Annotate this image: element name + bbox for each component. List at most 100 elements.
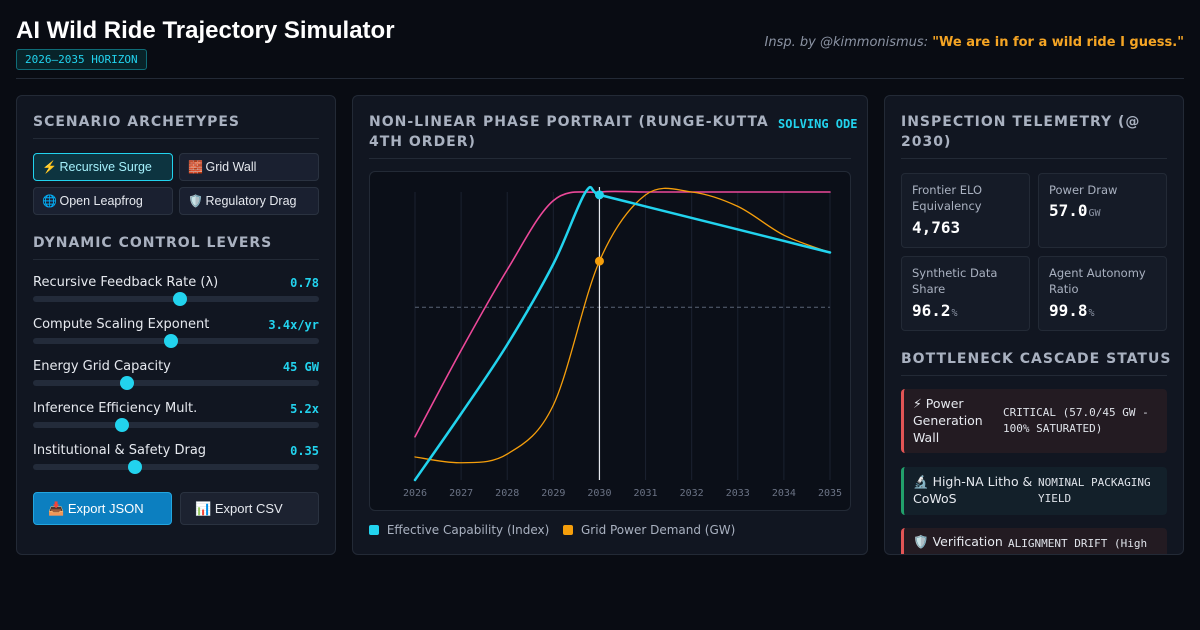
divider: [33, 259, 319, 260]
metric-number: 99.8: [1049, 301, 1088, 320]
scenario-open-leapfrog-button[interactable]: 🌐 Open Leapfrog: [33, 187, 173, 215]
metric-value: 96.2%: [912, 301, 1019, 320]
lightning-icon: ⚡: [913, 396, 922, 411]
metric-value: 57.0GW: [1049, 201, 1156, 220]
slider-thumb[interactable]: [163, 334, 178, 348]
x-tick-label: 2034: [772, 488, 796, 499]
x-tick-label: 2028: [495, 488, 519, 499]
slider-track[interactable]: [33, 292, 319, 306]
export-csv-label: Export CSV: [214, 501, 283, 516]
lever-label: Institutional & Safety Drag: [33, 443, 207, 458]
scenario-label: Regulatory Drag: [205, 194, 297, 208]
telemetry-metrics: Frontier ELO Equivalency 4,763 Power Dra…: [901, 173, 1167, 331]
scenario-grid-wall-button[interactable]: 🧱 Grid Wall: [179, 153, 319, 181]
legend-item: Grid Power Demand (GW): [563, 523, 735, 537]
slider-track[interactable]: [33, 418, 319, 432]
capability-inspection-point: [594, 190, 604, 200]
slider-thumb[interactable]: [173, 292, 188, 306]
bottleneck-name-text: High-NA Litho & CoWoS: [913, 474, 1033, 506]
metric-label: Power Draw: [1049, 183, 1118, 197]
brick-wall-icon: 🧱: [188, 160, 203, 174]
metric-value: 99.8%: [1049, 301, 1156, 320]
bottleneck-name: ⚡ Power Generation Wall: [913, 395, 995, 446]
divider: [901, 375, 1167, 376]
legend-swatch-capability: [369, 525, 379, 535]
bottleneck-power-wall: ⚡ Power Generation Wall CRITICAL (57.0/4…: [901, 389, 1167, 453]
bottleneck-name: 🛡️ Verification: [913, 533, 1013, 550]
scenario-archetype-grid: ⚡ Recursive Surge 🧱 Grid Wall 🌐 Open Lea…: [33, 153, 319, 215]
bottleneck-status: ALIGNMENT DRIFT (High: [1008, 537, 1148, 550]
export-json-button[interactable]: 📥 Export JSON: [33, 492, 172, 525]
legend-label: Effective Capability (Index): [386, 523, 550, 537]
metric-label: Synthetic Data Share: [912, 266, 998, 296]
metric-synthetic-data-share: Synthetic Data Share 96.2%: [901, 256, 1030, 331]
export-csv-button[interactable]: 📊 Export CSV: [180, 492, 319, 525]
metric-number: 96.2: [912, 301, 951, 320]
horizon-badge: 2026–2035 HORIZON: [16, 49, 147, 70]
lever-energy-grid-capacity: Energy Grid Capacity 45 GW: [33, 359, 319, 391]
bottleneck-verification: 🛡️ Verification ALIGNMENT DRIFT (High: [901, 528, 1167, 554]
bottleneck-name: 🔬 High-NA Litho & CoWoS: [913, 473, 1033, 507]
legend-item: Effective Capability (Index): [369, 523, 549, 537]
bottleneck-litho-cowos: 🔬 High-NA Litho & CoWoS NOMINAL PACKAGIN…: [901, 467, 1167, 515]
divider: [369, 158, 851, 159]
lightning-icon: ⚡: [42, 160, 57, 174]
power-inspection-point: [594, 256, 604, 266]
metric-agent-autonomy: Agent Autonomy Ratio 99.8%: [1038, 256, 1167, 331]
slider-thumb[interactable]: [128, 460, 143, 474]
inspiration-note: Insp. by @kimmonismus: "We are in for a …: [765, 35, 1184, 50]
x-tick-label: 2026: [403, 488, 427, 499]
solving-status-badge: SOLVING ODE: [778, 117, 858, 131]
lever-label: Compute Scaling Exponent: [33, 317, 210, 332]
divider: [33, 138, 319, 139]
lever-institutional-safety-drag: Institutional & Safety Drag 0.35: [33, 443, 319, 475]
app-header: AI Wild Ride Trajectory Simulator 2026–2…: [16, 16, 1184, 79]
bottleneck-name-text: Power Generation Wall: [913, 396, 983, 445]
chart-legend: Effective Capability (Index) Grid Power …: [369, 523, 745, 537]
bar-chart-icon: 📊: [195, 501, 212, 516]
microscope-icon: 🔬: [913, 474, 929, 489]
shield-icon: 🛡️: [913, 534, 929, 549]
slider-track[interactable]: [33, 376, 319, 390]
chart-area[interactable]: 2026 2027 2028 2029 2030 2031 2032 2033 2034 2035: [369, 171, 851, 511]
metric-frontier-elo: Frontier ELO Equivalency 4,763: [901, 173, 1030, 248]
series-line-0: [413, 185, 832, 482]
metric-unit: GW: [1088, 208, 1101, 219]
bottleneck-heading: BOTTLENECK CASCADE STATUS: [901, 351, 1172, 367]
control-levers-heading: DYNAMIC CONTROL LEVERS: [33, 235, 273, 251]
metric-value: 4,763: [912, 218, 1019, 237]
bottleneck-status: NOMINAL PACKAGING YIELD: [1038, 476, 1151, 505]
telemetry-heading: INSPECTION TELEMETRY (@ 2030): [901, 114, 1141, 150]
telemetry-panel: INSPECTION TELEMETRY (@ 2030) Frontier E…: [884, 95, 1184, 555]
series-line-1: [414, 187, 831, 464]
metric-unit: %: [951, 308, 958, 319]
x-tick-label: 2027: [449, 488, 473, 499]
scenario-regulatory-drag-button[interactable]: 🛡️ Regulatory Drag: [179, 187, 319, 215]
slider-thumb[interactable]: [114, 418, 129, 432]
slider-track[interactable]: [33, 334, 319, 348]
phase-portrait-panel: NON-LINEAR PHASE PORTRAIT (RUNGE-KUTTA 4…: [352, 95, 868, 555]
legend-swatch-power: [563, 525, 574, 535]
slider-track[interactable]: [33, 460, 319, 474]
legend-label: Grid Power Demand (GW): [581, 523, 736, 537]
scenario-label: Open Leapfrog: [59, 194, 143, 208]
shield-icon: 🛡️: [188, 194, 203, 208]
metric-power-draw: Power Draw 57.0GW: [1038, 173, 1167, 248]
lever-label: Energy Grid Capacity: [33, 359, 171, 374]
scenario-recursive-surge-button[interactable]: ⚡ Recursive Surge: [33, 153, 173, 181]
x-tick-label: 2035: [818, 488, 842, 499]
globe-icon: 🌐: [42, 194, 57, 208]
bottleneck-name-text: Verification: [932, 534, 1003, 549]
metric-label: Frontier ELO Equivalency: [912, 183, 983, 213]
trajectory-chart[interactable]: 2026 2027 2028 2029 2030 2031 2032 2033 2034 2035: [370, 172, 850, 510]
app-title: AI Wild Ride Trajectory Simulator: [16, 17, 395, 44]
lever-value: 0.78: [290, 276, 319, 290]
lever-value: 45 GW: [282, 360, 319, 374]
slider-thumb[interactable]: [120, 376, 135, 390]
controls-panel: SCENARIO ARCHETYPES ⚡ Recursive Surge 🧱 …: [16, 95, 336, 555]
metric-label: Agent Autonomy Ratio: [1049, 266, 1146, 296]
lever-inference-efficiency: Inference Efficiency Mult. 5.2x: [33, 401, 319, 433]
lever-value: 5.2x: [290, 402, 319, 416]
series-line-2: [414, 190, 831, 438]
lever-label: Recursive Feedback Rate (λ): [33, 275, 219, 290]
